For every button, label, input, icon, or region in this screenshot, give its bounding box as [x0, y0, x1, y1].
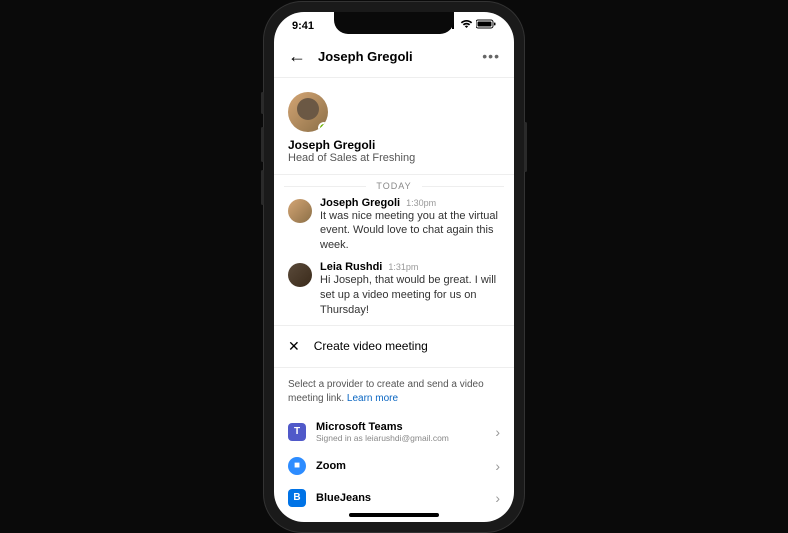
chevron-right-icon: › — [495, 490, 500, 506]
message-sender: Leia Rushdi — [320, 261, 382, 273]
more-icon[interactable]: ••• — [482, 48, 500, 64]
zoom-icon: ■ — [288, 457, 306, 475]
message-header: Joseph Gregoli 1:30pm — [320, 197, 500, 209]
profile-name: Joseph Gregoli — [288, 138, 500, 152]
provider-name: BlueJeans — [316, 492, 485, 504]
sheet-description: Select a provider to create and send a v… — [274, 367, 514, 412]
learn-more-link[interactable]: Learn more — [347, 393, 398, 404]
message-item[interactable]: Joseph Gregoli 1:30pm It was nice meetin… — [288, 197, 500, 254]
close-icon[interactable]: ✕ — [288, 338, 300, 355]
sheet-title: Create video meeting — [314, 339, 428, 353]
provider-teams[interactable]: T Microsoft Teams Signed in as leiarushd… — [288, 414, 500, 450]
message-text: Hi Joseph, that would be great. I will s… — [320, 273, 500, 318]
message-sender: Joseph Gregoli — [320, 197, 400, 209]
provider-info: Zoom — [316, 460, 485, 472]
wifi-icon — [460, 19, 473, 32]
date-divider: TODAY — [274, 175, 514, 197]
provider-name: Microsoft Teams — [316, 421, 485, 433]
notch — [334, 12, 454, 34]
message-item[interactable]: Leia Rushdi 1:31pm Hi Joseph, that would… — [288, 261, 500, 318]
provider-bluejeans[interactable]: B BlueJeans › — [288, 482, 500, 514]
message-list: Joseph Gregoli 1:30pm It was nice meetin… — [274, 197, 514, 325]
provider-info: Microsoft Teams Signed in as leiarushdi@… — [316, 421, 485, 443]
message-body: Joseph Gregoli 1:30pm It was nice meetin… — [320, 197, 500, 254]
message-text: It was nice meeting you at the virtual e… — [320, 209, 500, 254]
screen: 9:41 ← Joseph Gregoli ••• Jose — [274, 12, 514, 522]
volume-up — [261, 127, 264, 162]
message-body: Leia Rushdi 1:31pm Hi Joseph, that would… — [320, 261, 500, 318]
bluejeans-icon: B — [288, 489, 306, 507]
chevron-right-icon: › — [495, 424, 500, 440]
battery-icon — [476, 19, 496, 32]
provider-name: Zoom — [316, 460, 485, 472]
profile-section: Joseph Gregoli Head of Sales at Freshing — [274, 78, 514, 175]
sheet-header: ✕ Create video meeting — [274, 325, 514, 367]
header-title: Joseph Gregoli — [318, 49, 482, 64]
profile-subtitle: Head of Sales at Freshing — [288, 152, 500, 164]
status-time: 9:41 — [292, 20, 314, 32]
message-avatar — [288, 263, 312, 287]
provider-sub: Signed in as leiarushdi@gmail.com — [316, 433, 485, 443]
phone-frame: 9:41 ← Joseph Gregoli ••• Jose — [264, 2, 524, 532]
provider-zoom[interactable]: ■ Zoom › — [288, 450, 500, 482]
home-indicator[interactable] — [349, 513, 439, 517]
message-avatar — [288, 199, 312, 223]
message-time: 1:30pm — [406, 198, 436, 208]
power-button — [524, 122, 527, 172]
mute-switch — [261, 92, 264, 114]
back-icon[interactable]: ← — [288, 46, 306, 67]
teams-icon: T — [288, 423, 306, 441]
profile-avatar[interactable] — [288, 92, 328, 132]
volume-down — [261, 170, 264, 205]
chevron-right-icon: › — [495, 458, 500, 474]
provider-list: T Microsoft Teams Signed in as leiarushd… — [274, 412, 514, 522]
provider-info: BlueJeans — [316, 492, 485, 504]
presence-indicator — [318, 122, 328, 132]
message-header: Leia Rushdi 1:31pm — [320, 261, 500, 273]
message-time: 1:31pm — [388, 262, 418, 272]
nav-header: ← Joseph Gregoli ••• — [274, 40, 514, 78]
